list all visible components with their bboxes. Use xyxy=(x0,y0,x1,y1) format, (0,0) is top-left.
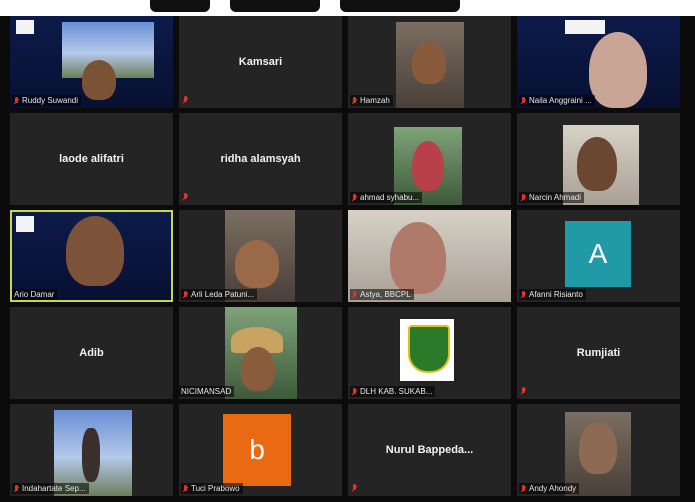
participant-tile[interactable]: ridha alamsyah xyxy=(179,113,342,205)
name-label: Andy Ahondy xyxy=(519,483,580,494)
banner-text-fragment xyxy=(340,0,460,12)
mic-muted-icon xyxy=(183,484,188,493)
participant-tile[interactable]: Hamzah xyxy=(348,16,511,108)
participant-name: Kamsari xyxy=(238,56,283,68)
mic-muted-icon xyxy=(352,484,357,492)
participant-tile[interactable]: Adib xyxy=(10,307,173,399)
participant-tile[interactable]: Arli Leda Patuni... xyxy=(179,210,342,302)
participant-tile[interactable]: A Afanni Risianto xyxy=(517,210,680,302)
participant-tile[interactable]: Astya, BBCPL xyxy=(348,210,511,302)
avatar: A xyxy=(565,221,631,287)
participant-tile[interactable]: ahmad syhabu... xyxy=(348,113,511,205)
participant-tile[interactable]: laode alifatri xyxy=(10,113,173,205)
mic-muted-icon xyxy=(521,290,526,299)
participant-tile[interactable]: Andy Ahondy xyxy=(517,404,680,496)
participant-name: Rumjiati xyxy=(576,347,621,359)
participant-figure xyxy=(577,137,617,191)
mic-muted-icon xyxy=(521,484,526,493)
mic-muted-icon xyxy=(352,96,357,105)
name-label: Naila Anggraini ... xyxy=(519,95,595,106)
participant-tile[interactable]: Indahartate Sep... xyxy=(10,404,173,496)
name-label: Ario Damar xyxy=(12,289,58,300)
title-banner xyxy=(0,0,695,16)
regency-logo xyxy=(398,317,456,383)
name-label: Ruddy Suwandi xyxy=(12,95,82,106)
participant-name: ridha alamsyah xyxy=(220,153,301,165)
participant-figure xyxy=(412,42,446,84)
participant-figure xyxy=(412,141,444,191)
mic-muted-icon xyxy=(14,96,19,105)
participant-tile[interactable]: Rumjiati xyxy=(517,307,680,399)
participant-tile[interactable]: Nurul Bappeda... xyxy=(348,404,511,496)
crest-icon xyxy=(408,325,450,373)
mic-muted-icon xyxy=(183,96,188,104)
participant-figure xyxy=(390,222,446,294)
mic-muted-icon xyxy=(521,96,526,105)
name-label: Arli Leda Patuni... xyxy=(181,289,258,300)
participant-tile[interactable]: Kamsari xyxy=(179,16,342,108)
name-label: NICIMANSAD xyxy=(179,386,235,397)
name-label: Narcin Ahmadi xyxy=(519,192,585,203)
participant-name: laode alifatri xyxy=(59,153,124,165)
banner-text-fragment xyxy=(230,0,320,12)
mic-muted-icon xyxy=(14,484,19,493)
participant-figure xyxy=(579,422,617,474)
mic-muted-icon xyxy=(183,290,188,299)
mic-muted-icon xyxy=(183,193,188,201)
participant-gallery: Ruddy Suwandi Kamsari Hamzah Naila Anggr… xyxy=(10,16,692,502)
participant-name: Adib xyxy=(79,347,104,359)
mic-muted-icon xyxy=(352,387,357,396)
avatar: b xyxy=(223,414,291,486)
name-label: Tuci Prabowo xyxy=(181,483,243,494)
university-logo xyxy=(16,216,34,232)
university-logo xyxy=(16,20,34,34)
mic-muted-icon xyxy=(521,387,526,395)
name-label: ahmad syhabu... xyxy=(350,192,423,203)
participant-figure xyxy=(66,216,124,286)
name-label: DLH KAB. SUKAB... xyxy=(350,386,436,397)
name-label: Indahartate Sep... xyxy=(12,483,89,494)
participant-tile[interactable]: Ruddy Suwandi xyxy=(10,16,173,108)
event-logo xyxy=(565,20,605,34)
participant-tile[interactable]: Narcin Ahmadi xyxy=(517,113,680,205)
banner-text-fragment xyxy=(150,0,210,12)
participant-tile[interactable]: b Tuci Prabowo xyxy=(179,404,342,496)
participant-figure xyxy=(235,240,279,288)
name-label: Hamzah xyxy=(350,95,393,106)
participant-figure xyxy=(82,60,116,100)
participant-tile[interactable]: NICIMANSAD xyxy=(179,307,342,399)
name-label: Astya, BBCPL xyxy=(350,289,414,300)
mic-muted-icon xyxy=(352,290,357,299)
participant-tile-active-speaker[interactable]: Ario Damar xyxy=(10,210,173,302)
name-label: Afanni Risianto xyxy=(519,289,586,300)
participant-name: Nurul Bappeda... xyxy=(385,444,474,456)
mic-muted-icon xyxy=(521,193,526,202)
participant-tile[interactable]: DLH KAB. SUKAB... xyxy=(348,307,511,399)
participant-figure xyxy=(241,347,275,391)
participant-figure xyxy=(589,32,647,108)
participant-tile[interactable]: Naila Anggraini ... xyxy=(517,16,680,108)
participant-figure xyxy=(82,428,100,482)
mic-muted-icon xyxy=(352,193,357,202)
